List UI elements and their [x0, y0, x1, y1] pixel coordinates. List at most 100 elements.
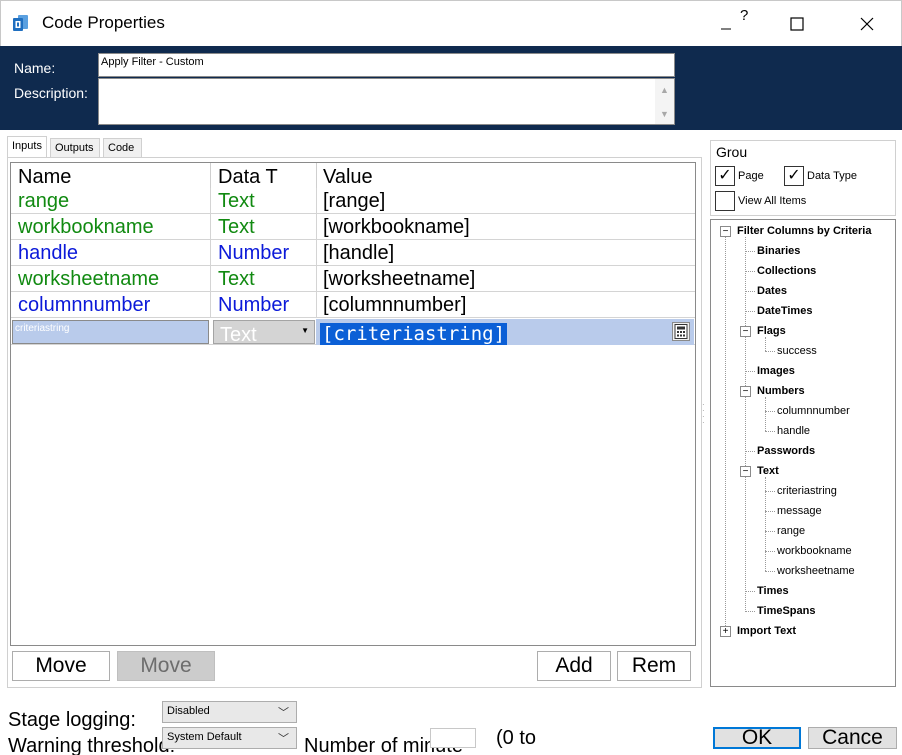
tree-node-columnnumber[interactable]: columnnumber	[777, 405, 850, 417]
name-label: Name:	[14, 60, 56, 76]
dropdown-arrow-icon: ▼	[301, 326, 309, 335]
view-all-checkbox[interactable]: View All Items	[715, 191, 806, 211]
tree-node-binaries[interactable]: Binaries	[757, 245, 800, 257]
tab-code[interactable]: Code	[103, 138, 142, 157]
move-down-button[interactable]: Move	[117, 651, 215, 681]
row-name: worksheetname	[18, 268, 160, 290]
minimize-button[interactable]	[706, 9, 746, 39]
scroll-up-icon[interactable]: ▲	[660, 85, 669, 95]
tree-node-times[interactable]: Times	[757, 585, 789, 597]
column-header-datatype[interactable]: Data T	[218, 166, 278, 189]
edit-datatype-value: Text	[220, 324, 257, 344]
tree-node-handle[interactable]: handle	[777, 425, 810, 437]
checkmark-icon: ✓	[784, 166, 804, 186]
app-icon	[13, 15, 28, 31]
edit-datatype-dropdown[interactable]: Text ▼	[213, 320, 315, 344]
tree-node-text[interactable]: Text	[757, 465, 779, 477]
data-item-tree[interactable]: − Filter Columns by Criteria Binaries Co…	[710, 219, 896, 687]
tree-node-passwords[interactable]: Passwords	[757, 445, 815, 457]
collapse-icon[interactable]: −	[740, 326, 751, 337]
tree-node-images[interactable]: Images	[757, 365, 795, 377]
properties-header: Name: Description: Apply Filter - Custom…	[0, 46, 902, 130]
row-value: [workbookname]	[323, 216, 470, 238]
edit-name-input[interactable]: criteriastring	[12, 320, 209, 344]
description-label: Description:	[14, 85, 88, 101]
tree-node-collections[interactable]: Collections	[757, 265, 816, 277]
row-name: workbookname	[18, 216, 154, 238]
window-title: Code Properties	[42, 13, 165, 32]
chevron-down-icon: ﹀	[278, 707, 289, 719]
collapse-icon[interactable]: −	[720, 226, 731, 237]
stage-logging-label: Stage logging:	[8, 709, 136, 731]
tree-node-range[interactable]: range	[777, 525, 805, 537]
group-title: Grou	[716, 144, 748, 160]
stage-logging-select[interactable]: Disabled ﹀	[162, 701, 297, 723]
warning-threshold-select[interactable]: System Default ﹀	[162, 727, 297, 749]
table-row[interactable]: workbookname Text [workbookname]	[11, 214, 695, 240]
table-row[interactable]: columnnumber Number [columnnumber]	[11, 292, 695, 318]
table-row[interactable]: handle Number [handle]	[11, 240, 695, 266]
view-all-checkbox-label: View All Items	[738, 195, 807, 207]
maximize-icon	[790, 17, 804, 31]
edit-value-input[interactable]: [criteriastring]	[316, 319, 694, 345]
expand-icon[interactable]: +	[720, 626, 731, 637]
tree-node-root[interactable]: Filter Columns by Criteria	[737, 225, 871, 237]
tree-node-message[interactable]: message	[777, 505, 822, 517]
page-checkbox-label: Page	[738, 170, 764, 182]
description-scrollbar[interactable]: ▲ ▼	[655, 79, 674, 124]
warning-threshold-value: System Default	[167, 731, 242, 743]
tab-outputs[interactable]: Outputs	[50, 138, 100, 157]
datatype-checkbox[interactable]: ✓ Data Type	[784, 166, 857, 186]
description-input[interactable]: ▲ ▼	[98, 78, 675, 125]
tree-node-worksheetname[interactable]: worksheetname	[777, 565, 855, 577]
range-hint: (0 to	[496, 727, 537, 749]
row-name: columnnumber	[18, 294, 151, 316]
row-datatype: Text	[218, 268, 255, 290]
close-icon	[860, 17, 874, 31]
collapse-icon[interactable]: −	[740, 386, 751, 397]
inputs-grid[interactable]: Name Data T Value range Text [range] wor…	[10, 162, 696, 646]
row-name: range	[18, 190, 70, 212]
tree-node-criteriastring[interactable]: criteriastring	[777, 485, 837, 497]
minutes-input[interactable]	[430, 728, 476, 748]
row-value: [range]	[323, 190, 386, 212]
selected-value-text: [criteriastring]	[320, 323, 508, 345]
inputs-panel: Name Data T Value range Text [range] wor…	[7, 157, 702, 688]
column-header-value[interactable]: Value	[323, 166, 373, 189]
tree-node-dates[interactable]: Dates	[757, 285, 787, 297]
collapse-icon[interactable]: −	[740, 466, 751, 477]
page-checkbox[interactable]: ✓ Page	[715, 166, 764, 186]
row-value: [worksheetname]	[323, 268, 476, 290]
stage-logging-value: Disabled	[167, 705, 210, 717]
move-up-button[interactable]: Move	[12, 651, 110, 681]
editing-row[interactable]: criteriastring Text ▼ [criteriastring]	[11, 318, 695, 345]
splitter-handle[interactable]: · · · ·	[702, 401, 705, 427]
cancel-button[interactable]: Cance	[808, 726, 897, 749]
table-row[interactable]: range Text [range]	[11, 188, 695, 214]
row-name: handle	[18, 242, 79, 264]
expression-editor-button[interactable]	[672, 322, 690, 341]
chevron-down-icon: ﹀	[278, 733, 289, 745]
row-datatype: Number	[218, 294, 290, 316]
tree-node-workbookname[interactable]: workbookname	[777, 545, 852, 557]
tree-node-import-text[interactable]: Import Text	[737, 625, 796, 637]
warning-threshold-label: Warning threshold:	[8, 735, 176, 755]
column-header-name[interactable]: Name	[18, 166, 71, 189]
tree-node-flags[interactable]: Flags	[757, 325, 786, 337]
tree-node-success[interactable]: success	[777, 345, 817, 357]
name-input[interactable]: Apply Filter - Custom	[98, 53, 675, 77]
minimize-icon	[721, 28, 731, 30]
calculator-icon	[674, 324, 688, 339]
tree-node-datetimes[interactable]: DateTimes	[757, 305, 812, 317]
table-row[interactable]: worksheetname Text [worksheetname]	[11, 266, 695, 292]
remove-button[interactable]: Rem	[617, 651, 691, 681]
maximize-button[interactable]	[777, 9, 817, 39]
tree-node-timespans[interactable]: TimeSpans	[757, 605, 816, 617]
close-button[interactable]	[847, 9, 887, 39]
tab-inputs[interactable]: Inputs	[7, 136, 47, 157]
row-datatype: Text	[218, 216, 255, 238]
add-button[interactable]: Add	[537, 651, 611, 681]
tree-node-numbers[interactable]: Numbers	[757, 385, 805, 397]
ok-button[interactable]: OK	[713, 726, 801, 749]
scroll-down-icon[interactable]: ▼	[660, 109, 669, 119]
